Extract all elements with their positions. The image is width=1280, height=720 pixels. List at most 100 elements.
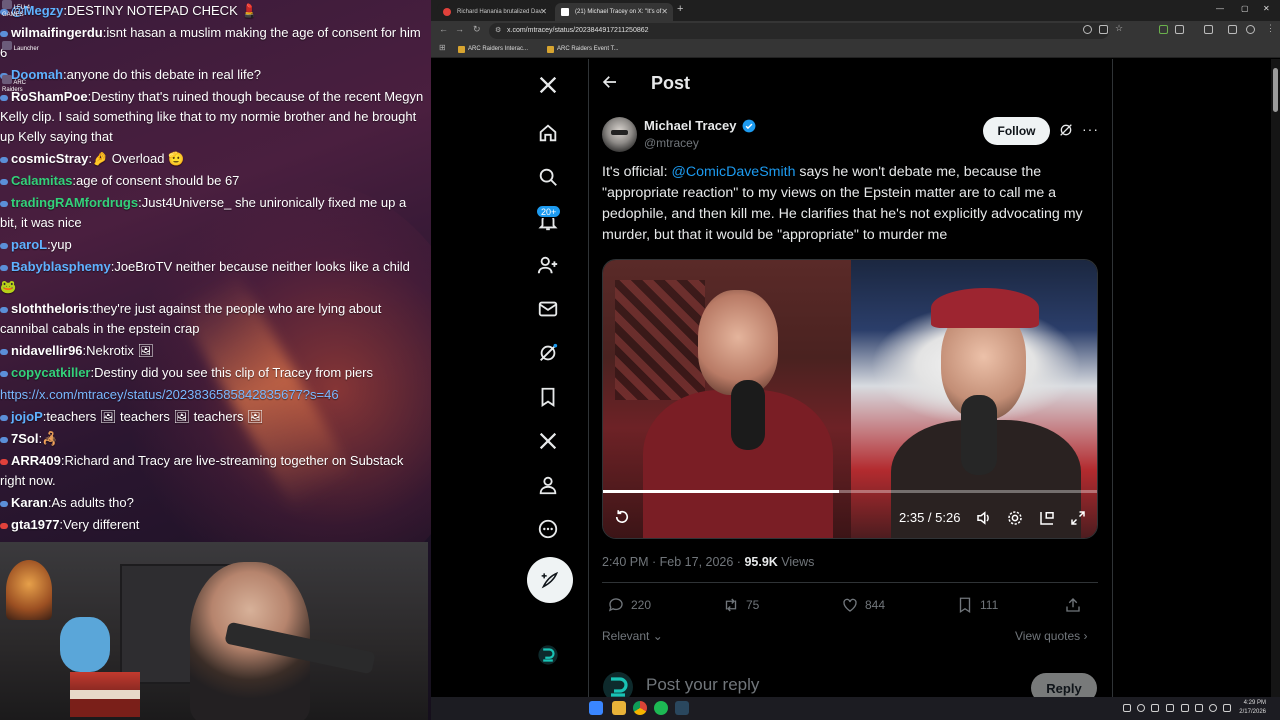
timestamp-text[interactable]: 2:40 PM · Feb 17, 2026 · <box>602 555 744 569</box>
bookmark-action[interactable]: 111 <box>956 596 998 614</box>
scrollbar-thumb[interactable] <box>1273 68 1278 112</box>
chat-username[interactable]: Babyblasphemy <box>11 259 111 274</box>
chat-link[interactable]: https://x.com/mtracey/status/20238365858… <box>0 387 339 402</box>
reply-button[interactable]: Reply <box>1031 673 1097 697</box>
chat-username[interactable]: cosmicStray <box>11 151 88 166</box>
reload-icon[interactable]: ↻ <box>473 24 481 35</box>
post-text-part: It's official: <box>602 164 672 180</box>
nav-explore-icon[interactable] <box>526 161 570 193</box>
chat-badge-icon <box>0 306 8 313</box>
apps-grid-icon[interactable]: ⊞ <box>439 43 446 52</box>
page-scrollbar[interactable] <box>1271 59 1280 697</box>
chat-username[interactable]: sloththeloris <box>11 301 89 316</box>
menu-kebab-icon[interactable]: ⋮ <box>1266 23 1275 34</box>
nav-profile-icon[interactable] <box>526 469 570 501</box>
download-icon[interactable] <box>1228 25 1237 34</box>
chat-username[interactable]: paroL <box>11 237 47 252</box>
nav-home-icon[interactable] <box>526 117 570 149</box>
video-time: 2:35 / 5:26 <box>899 510 961 525</box>
zoom-icon[interactable] <box>1083 25 1092 34</box>
follow-button[interactable]: Follow <box>983 117 1050 145</box>
new-tab-icon[interactable]: + <box>677 3 683 15</box>
maximize-icon[interactable]: ▢ <box>1241 4 1249 13</box>
chat-username[interactable]: tradingRAMfordrugs <box>11 195 138 210</box>
star-icon[interactable]: ☆ <box>1115 23 1124 33</box>
chat-username[interactable]: Karan <box>11 495 48 510</box>
sort-replies-dropdown[interactable]: Relevant ⌄ <box>602 629 663 643</box>
file-explorer-icon[interactable] <box>612 701 626 715</box>
picture-in-picture-icon[interactable] <box>1038 509 1056 527</box>
address-bar[interactable]: ⚙ x.com/mtracey/status/20238449172112508… <box>489 23 1109 39</box>
desktop-icon-lfu-games[interactable]: LFU 4 GAMES <box>0 0 40 19</box>
more-options-icon[interactable]: ··· <box>1082 121 1099 137</box>
repost-action[interactable]: 75 <box>722 596 759 614</box>
back-icon[interactable]: ← <box>439 24 448 34</box>
video-player[interactable]: 2:35 / 5:26 <box>602 259 1098 539</box>
view-quotes-link[interactable]: View quotes › <box>1015 629 1088 643</box>
bookmark-count: 111 <box>980 598 999 612</box>
tab-michael-tracey[interactable]: (21) Michael Tracey on X: "It's of ✕ <box>555 3 673 21</box>
back-arrow-icon[interactable] <box>601 73 621 95</box>
extension-icon[interactable] <box>1159 25 1168 34</box>
nav-messages-icon[interactable] <box>526 293 570 325</box>
chat-message: wilmaifingerdu:isnt hasan a muslim makin… <box>0 22 431 64</box>
author-name[interactable]: Michael Tracey <box>644 118 737 133</box>
desktop-icon-arc-raiders[interactable]: ARC Raiders <box>0 75 40 94</box>
chat-username[interactable]: copycatkiller <box>11 365 91 380</box>
like-action[interactable]: 844 <box>841 596 885 614</box>
sidepanel-icon[interactable] <box>1204 25 1213 34</box>
reply-input[interactable]: Post your reply <box>646 675 759 695</box>
author-avatar[interactable] <box>602 117 637 152</box>
nav-grok-icon[interactable] <box>526 337 570 369</box>
install-app-icon[interactable] <box>1099 25 1108 34</box>
volume-tray-icon[interactable] <box>1223 704 1231 712</box>
tray-icon[interactable] <box>1123 704 1131 712</box>
nav-x-logo-icon[interactable] <box>526 69 570 101</box>
chat-username[interactable]: ARR409 <box>11 453 61 468</box>
wifi-icon[interactable] <box>1209 704 1217 712</box>
extensions-puzzle-icon[interactable] <box>1175 25 1184 34</box>
tray-icon[interactable] <box>1181 704 1189 712</box>
chat-username[interactable]: Calamitas <box>11 173 72 188</box>
nav-people-icon[interactable] <box>526 249 570 281</box>
chat-text: anyone do this debate in real life? <box>66 67 262 82</box>
site-info-icon[interactable]: ⚙ <box>495 23 501 39</box>
close-tab-icon[interactable]: ✕ <box>661 3 668 21</box>
profile-icon[interactable] <box>1246 25 1255 34</box>
tray-icon[interactable] <box>1151 704 1159 712</box>
fullscreen-icon[interactable] <box>1069 509 1087 527</box>
spotify-icon[interactable] <box>654 701 668 715</box>
taskbar-clock[interactable]: 4:29 PM 2/17/2026 <box>1239 699 1266 717</box>
forward-icon[interactable]: → <box>455 24 464 34</box>
chat-username[interactable]: jojoP <box>11 409 43 424</box>
reply-action[interactable]: 220 <box>607 596 651 614</box>
grok-icon[interactable] <box>1058 122 1074 138</box>
share-action[interactable] <box>1064 596 1082 614</box>
mention-link[interactable]: @ComicDaveSmith <box>671 164 795 180</box>
compose-post-button[interactable] <box>527 557 573 603</box>
tray-icon[interactable] <box>1137 704 1145 712</box>
chrome-icon[interactable] <box>633 701 647 715</box>
replay-icon[interactable] <box>613 508 631 526</box>
steam-icon[interactable] <box>675 701 689 715</box>
bookmark-arc-event[interactable]: ARC Raiders Event T... <box>547 44 619 55</box>
close-window-icon[interactable]: ✕ <box>1263 4 1270 13</box>
windows-start-icon[interactable] <box>589 701 603 715</box>
minimize-icon[interactable]: — <box>1216 4 1224 13</box>
extension-logo-icon[interactable] <box>526 639 570 671</box>
nav-more-icon[interactable] <box>526 513 570 545</box>
tray-icon[interactable] <box>1166 704 1174 712</box>
tray-icon[interactable] <box>1195 704 1203 712</box>
nav-premium-icon[interactable] <box>526 425 570 457</box>
volume-icon[interactable] <box>975 509 993 527</box>
tab-richard-hanania[interactable]: Richard Hanania brutalized Dav ✕ <box>437 3 552 21</box>
bookmark-arc-interactive[interactable]: ARC Raiders Interac... <box>458 44 528 55</box>
settings-gear-icon[interactable] <box>1006 509 1024 527</box>
close-tab-icon[interactable]: ✕ <box>540 3 547 21</box>
desktop-icon-launcher[interactable]: Launcher <box>0 41 40 53</box>
chat-username[interactable]: 7Sol <box>11 431 38 446</box>
author-handle[interactable]: @mtracey <box>644 136 699 150</box>
chat-username[interactable]: gta1977 <box>11 517 59 532</box>
nav-bookmarks-icon[interactable] <box>526 381 570 413</box>
chat-username[interactable]: nidavellir96 <box>11 343 83 358</box>
